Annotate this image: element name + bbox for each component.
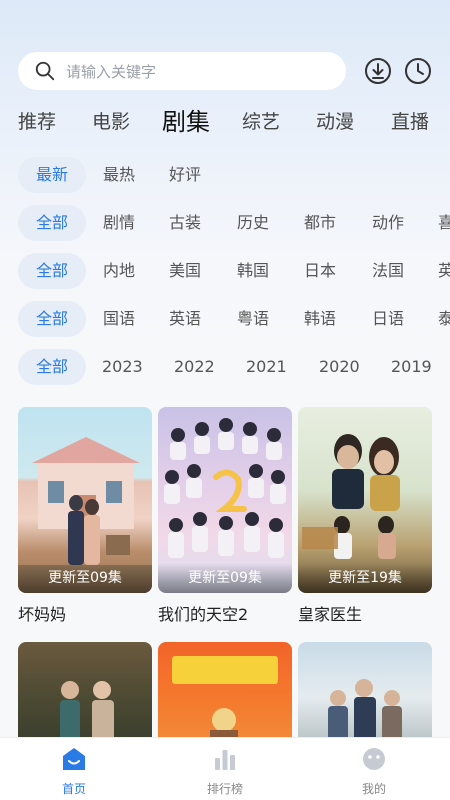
update-badge: 更新至09集 [18,563,152,593]
filter-chip[interactable]: 2022 [174,349,215,385]
filter-chip[interactable]: 全部 [18,349,86,385]
filter-chip[interactable]: 历史 [237,205,269,241]
poster-art [60,681,114,742]
download-icon[interactable] [364,57,392,85]
bottom-nav: 首页 排行榜 我的 [0,737,450,800]
search-row: 请输入关键字 [18,52,438,90]
genre-filter-row: 全部 剧情 古装 历史 都市 动作 喜 [0,205,450,243]
show-card[interactable]: 更新至09集 坏妈妈 [18,407,152,627]
filter-chip[interactable]: 英语 [169,301,201,337]
filter-chip[interactable]: 2020 [319,349,360,385]
language-filter-row: 全部 国语 英语 粤语 韩语 日语 泰 [0,301,450,339]
filter-chip[interactable]: 英 [438,253,450,289]
filter-chip[interactable]: 内地 [103,253,135,289]
filter-chip[interactable]: 好评 [169,157,201,193]
nav-label: 首页 [61,782,86,796]
home-icon [63,748,85,770]
year-filter-row: 全部 2023 2022 2021 2020 2019 [0,349,450,387]
filter-chip[interactable]: 全部 [18,301,86,337]
filter-chip[interactable]: 2019 [391,349,432,385]
filter-chip[interactable]: 最热 [103,157,135,193]
filter-chip[interactable]: 日语 [372,301,404,337]
ranking-icon [215,750,235,770]
nav-profile[interactable]: 我的 [329,746,419,797]
filter-chip[interactable]: 国语 [103,301,135,337]
tab-series[interactable]: 剧集 [162,104,210,140]
search-icon [35,61,55,81]
search-placeholder: 请输入关键字 [66,62,157,81]
filter-chip[interactable]: 全部 [18,253,86,289]
filter-chip[interactable]: 韩国 [237,253,269,289]
filter-chip[interactable]: 最新 [18,157,86,193]
filter-chip[interactable]: 都市 [304,205,336,241]
poster-image[interactable]: 更新至09集 [18,407,152,593]
filter-chip[interactable]: 日本 [304,253,336,289]
search-input[interactable]: 请输入关键字 [18,52,346,90]
poster-art [328,679,402,742]
show-card[interactable]: 更新至09集 我们的天空2 [158,407,292,627]
filter-chip[interactable]: 2023 [102,349,143,385]
filter-chip[interactable]: 法国 [372,253,404,289]
filter-chip[interactable]: 泰 [438,301,450,337]
nav-home[interactable]: 首页 [29,746,119,797]
filter-chip[interactable]: 美国 [169,253,201,289]
sort-filter-row: 最新 最热 好评 [0,157,450,195]
filter-chip[interactable]: 动作 [372,205,404,241]
tab-movie[interactable]: 电影 [92,104,130,140]
poster-image[interactable]: 更新至19集 [298,407,432,593]
tab-recommend[interactable]: 推荐 [18,104,56,140]
filter-chip[interactable]: 古装 [169,205,201,241]
tab-live[interactable]: 直播 [391,104,429,140]
show-title[interactable]: 皇家医生 [298,601,362,625]
filter-chip[interactable]: 剧情 [103,205,135,241]
poster-image[interactable] [18,642,152,742]
show-title[interactable]: 我们的天空2 [158,601,248,625]
show-card[interactable]: 更新至19集 皇家医生 [298,407,432,627]
category-tabs: 推荐 电影 剧集 综艺 动漫 直播 [0,104,450,140]
poster-art [172,656,278,742]
nav-ranking[interactable]: 排行榜 [180,746,270,797]
filter-chip[interactable]: 喜 [438,205,450,241]
region-filter-row: 全部 内地 美国 韩国 日本 法国 英 [0,253,450,291]
profile-icon [363,748,385,770]
poster-image[interactable]: 更新至09集 [158,407,292,593]
filter-chip[interactable]: 2021 [246,349,287,385]
filter-chip[interactable]: 全部 [18,205,86,241]
poster-image[interactable] [158,642,292,742]
nav-label: 排行榜 [206,782,243,796]
filter-chip[interactable]: 韩语 [304,301,336,337]
nav-label: 我的 [361,782,386,796]
update-badge: 更新至09集 [158,563,292,593]
show-title[interactable]: 坏妈妈 [18,601,66,625]
update-badge: 更新至19集 [298,563,432,593]
filter-chip[interactable]: 粤语 [237,301,269,337]
tab-anime[interactable]: 动漫 [316,104,354,140]
history-icon[interactable] [404,57,432,85]
tab-variety[interactable]: 综艺 [242,104,280,140]
poster-image[interactable] [298,642,432,742]
